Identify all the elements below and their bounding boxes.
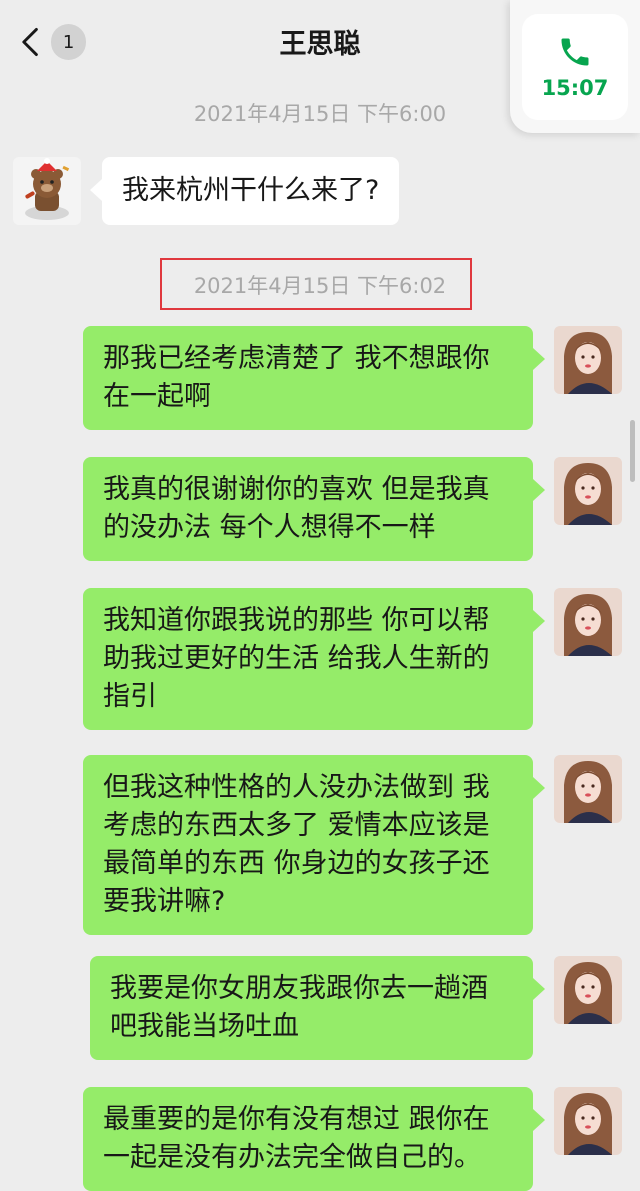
message-bubble-outgoing[interactable]: 最重要的是你有没有想过 跟你在 一起是没有办法完全做自己的。 xyxy=(83,1087,545,1191)
contact-avatar[interactable] xyxy=(13,157,81,225)
girl-avatar-icon xyxy=(554,457,622,525)
message-line: 我要是你女朋友我跟你去一趟酒 xyxy=(110,973,488,1004)
phone-icon xyxy=(561,38,589,66)
self-avatar[interactable] xyxy=(554,755,622,823)
message-text: 我来杭州干什么来了? xyxy=(122,175,380,206)
message-bubble-outgoing[interactable]: 我知道你跟我说的那些 你可以帮 助我过更好的生活 给我人生新的 指引 xyxy=(83,588,545,730)
message-bubble-outgoing[interactable]: 我要是你女朋友我跟你去一趟酒 吧我能当场吐血 xyxy=(90,956,545,1060)
bear-avatar-icon xyxy=(13,157,81,225)
message-line: 我真的很谢谢你的喜欢 但是我真 xyxy=(103,474,490,505)
girl-avatar-icon xyxy=(554,755,622,823)
message-line: 考虑的东西太多了 爱情本应该是 xyxy=(103,810,490,841)
scrollbar-thumb[interactable] xyxy=(630,420,635,482)
message-line: 那我已经考虑清楚了 我不想跟你 xyxy=(103,343,490,374)
message-line: 但我这种性格的人没办法做到 我 xyxy=(103,772,490,803)
message-bubble-outgoing[interactable]: 那我已经考虑清楚了 我不想跟你 在一起啊 xyxy=(83,326,545,430)
message-line: 指引 xyxy=(103,681,157,712)
self-avatar[interactable] xyxy=(554,457,622,525)
message-line: 要我讲嘛? xyxy=(103,886,226,917)
message-line: 最简单的东西 你身边的女孩子还 xyxy=(103,848,490,879)
girl-avatar-icon xyxy=(554,1087,622,1155)
message-bubble-outgoing[interactable]: 我真的很谢谢你的喜欢 但是我真 的没办法 每个人想得不一样 xyxy=(83,457,545,561)
message-line: 吧我能当场吐血 xyxy=(110,1011,299,1042)
self-avatar[interactable] xyxy=(554,1087,622,1155)
self-avatar[interactable] xyxy=(554,588,622,656)
self-avatar[interactable] xyxy=(554,326,622,394)
message-line: 一起是没有办法完全做自己的。 xyxy=(103,1142,481,1173)
timestamp: 2021年4月15日 下午6:00 xyxy=(193,102,447,126)
self-avatar[interactable] xyxy=(554,956,622,1024)
unread-count-badge: 1 xyxy=(51,24,86,60)
highlight-box xyxy=(160,258,472,310)
girl-avatar-icon xyxy=(554,326,622,394)
message-line: 最重要的是你有没有想过 跟你在 xyxy=(103,1104,490,1135)
message-line: 的没办法 每个人想得不一样 xyxy=(103,512,436,543)
back-button[interactable]: 1 xyxy=(18,24,86,60)
call-duration: 15:07 xyxy=(541,76,609,100)
girl-avatar-icon xyxy=(554,956,622,1024)
message-line: 助我过更好的生活 给我人生新的 xyxy=(103,643,490,674)
message-bubble-outgoing[interactable]: 但我这种性格的人没办法做到 我 考虑的东西太多了 爱情本应该是 最简单的东西 你… xyxy=(83,755,545,935)
chevron-left-icon xyxy=(22,27,38,57)
girl-avatar-icon xyxy=(554,588,622,656)
message-line: 我知道你跟我说的那些 你可以帮 xyxy=(103,605,490,636)
message-bubble-incoming[interactable]: 我来杭州干什么来了? xyxy=(89,157,400,225)
message-line: 在一起啊 xyxy=(103,381,211,412)
